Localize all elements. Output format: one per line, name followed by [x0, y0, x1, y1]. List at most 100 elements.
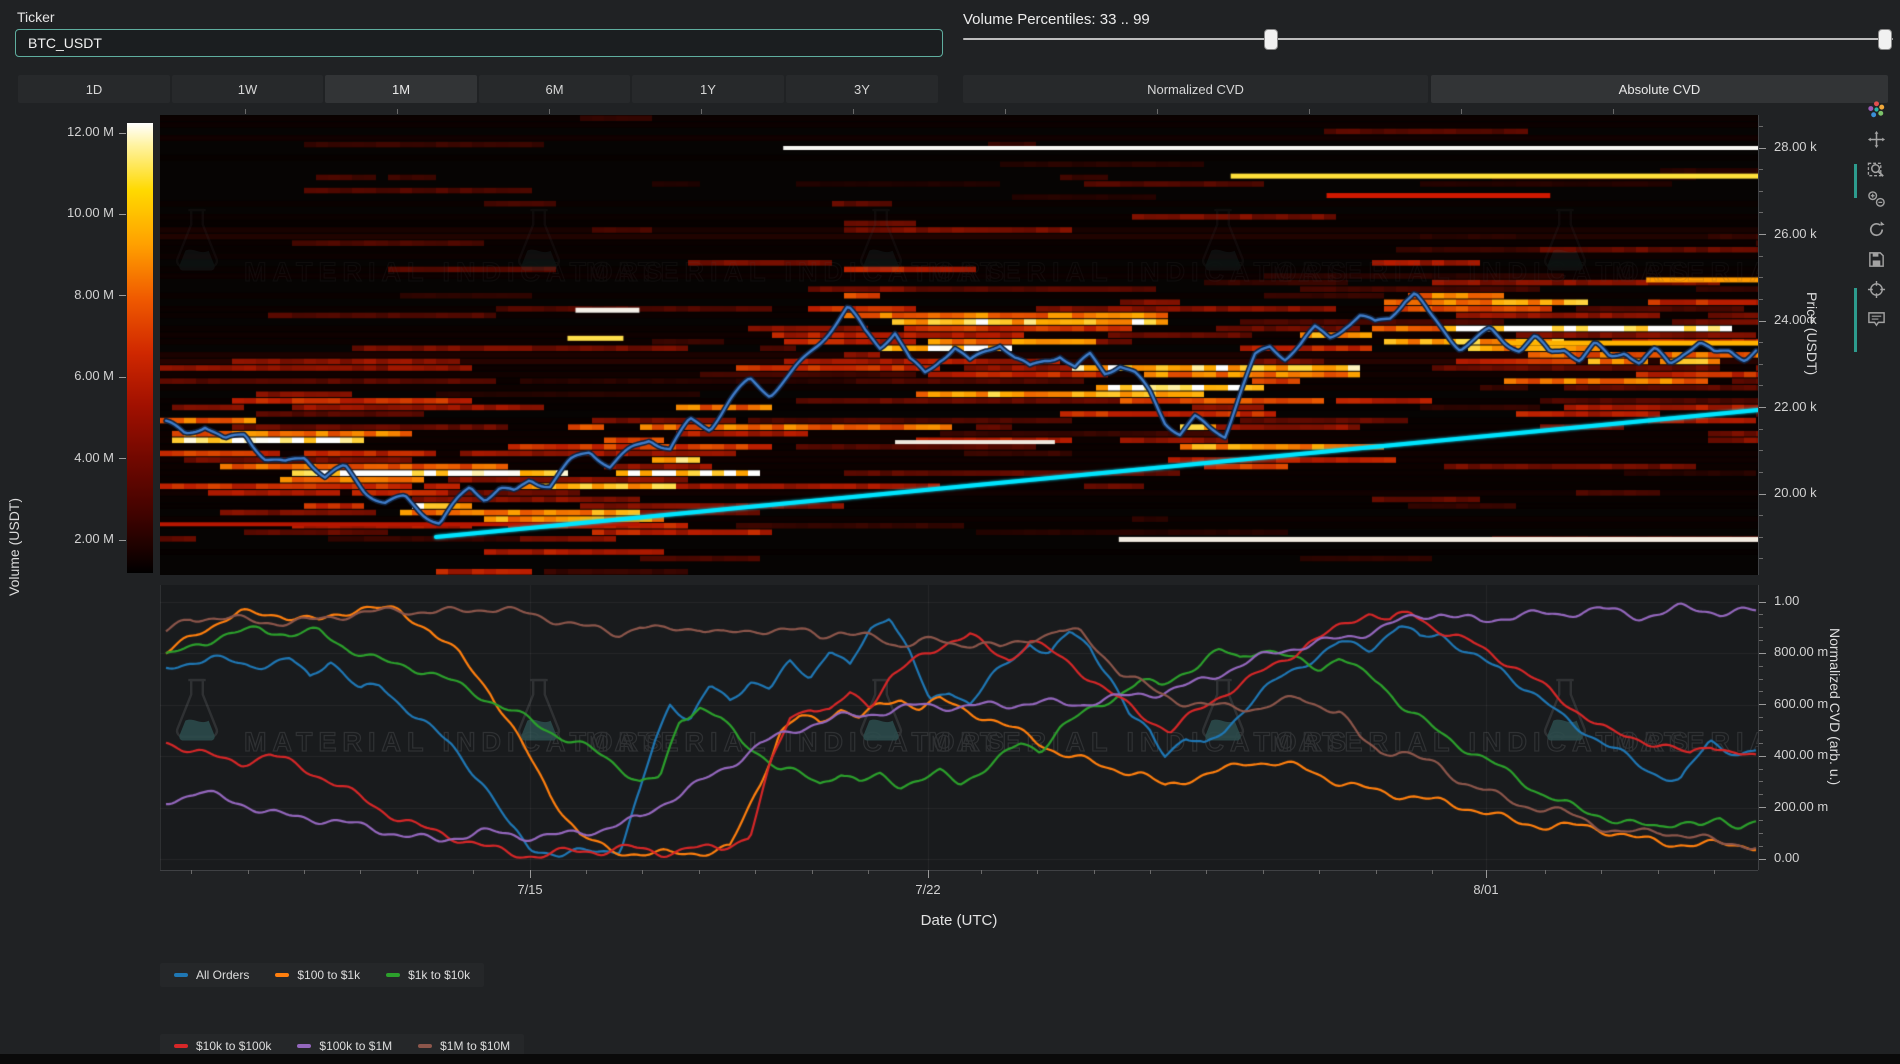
material-indicators-watermark: MATERIAL INDICATORS [1194, 675, 1694, 758]
date-tick-label: 8/01 [1466, 882, 1506, 897]
timeframe-button-1w[interactable]: 1W [172, 75, 323, 103]
date-minor-tick [755, 870, 756, 874]
volume-tick-label: 4.00 M [38, 450, 114, 465]
material-indicators-watermark: MATERIAL INDICATORS [168, 205, 668, 288]
volume-colorbar [127, 123, 153, 573]
cvd-minor-tick [1759, 627, 1763, 628]
date-minor-tick [191, 870, 192, 874]
timeframe-button-1d[interactable]: 1D [18, 75, 170, 103]
legend-item[interactable]: $100 to $1k [275, 968, 360, 982]
price-tick [1759, 494, 1766, 495]
legend-swatch [275, 973, 289, 977]
cvd-tick [1759, 756, 1766, 757]
crosshair-icon[interactable] [1867, 280, 1886, 299]
material-indicators-watermark: MATERIAL INDICATORS [168, 675, 668, 758]
price-minor-tick [1759, 472, 1763, 473]
material-indicators-watermark: MATERIAL INDICATORS [510, 205, 1010, 288]
price-minor-tick [1759, 558, 1763, 559]
timeframe-button-1m[interactable]: 1M [325, 75, 477, 103]
cvd-tick-label: 400.00 m [1774, 747, 1828, 762]
volume-tick [119, 133, 126, 134]
price-tick [1759, 407, 1766, 408]
normalized-cvd-button[interactable]: Normalized CVD [963, 75, 1428, 103]
material-indicators-watermark: MATERIAL INDICATORS [852, 675, 1352, 758]
heatmap-top-tick [245, 109, 246, 114]
legend-swatch [386, 973, 400, 977]
volume-tick-label: 12.00 M [38, 124, 114, 139]
date-minor-tick [868, 870, 869, 874]
legend-label: $1M to $10M [440, 1039, 510, 1053]
tooltip-icon[interactable] [1867, 310, 1886, 329]
date-minor-tick [304, 870, 305, 874]
price-tick-label: 22.00 k [1774, 399, 1817, 414]
date-tick-label: 7/22 [908, 882, 948, 897]
date-minor-tick [417, 870, 418, 874]
plotly-logo-icon[interactable] [1867, 100, 1886, 119]
pan-icon[interactable] [1867, 130, 1886, 149]
save-image-icon[interactable] [1867, 250, 1886, 269]
cvd-minor-tick [1759, 743, 1763, 744]
date-minor-tick [1545, 870, 1546, 874]
date-tick [530, 870, 531, 878]
legend-label: $10k to $100k [196, 1039, 271, 1053]
cvd-minor-tick [1759, 691, 1763, 692]
legend-item[interactable]: $1k to $10k [386, 968, 470, 982]
price-minor-tick [1759, 537, 1763, 538]
heatmap-top-tick [1309, 109, 1310, 114]
reset-axes-icon[interactable] [1867, 220, 1886, 239]
box-zoom-icon[interactable] [1867, 160, 1886, 179]
cvd-tick [1759, 807, 1766, 808]
volume-tick-label: 6.00 M [38, 368, 114, 383]
bottom-bar [0, 1054, 1900, 1064]
volume-tick [119, 295, 126, 296]
cvd-minor-tick [1759, 666, 1763, 667]
price-minor-tick [1759, 212, 1763, 213]
heatmap-plot[interactable]: MATERIAL INDICATORSMATERIAL INDICATORSMA… [160, 115, 1758, 575]
zoom-in-out-icon[interactable] [1867, 190, 1886, 209]
volume-percentiles-low-thumb[interactable] [1264, 29, 1278, 50]
date-tick [928, 870, 929, 878]
absolute-cvd-button[interactable]: Absolute CVD [1431, 75, 1888, 103]
material-indicators-watermark: MATERIAL INDICATORS [1536, 675, 1758, 758]
price-axis-line [1758, 115, 1759, 575]
cvd-minor-tick [1759, 640, 1763, 641]
legend-item[interactable]: $1M to $10M [418, 1039, 510, 1053]
legend-label: $100k to $1M [319, 1039, 392, 1053]
date-minor-tick [812, 870, 813, 874]
material-indicators-watermark: MATERIAL INDICATORS [510, 675, 1010, 758]
x-axis-line [160, 870, 1758, 871]
cvd-tick-label: 600.00 m [1774, 696, 1828, 711]
volume-percentiles-high-thumb[interactable] [1878, 29, 1892, 50]
date-minor-tick [1037, 870, 1038, 874]
timeframe-button-6m[interactable]: 6M [479, 75, 630, 103]
timeframe-button-1y[interactable]: 1Y [632, 75, 784, 103]
timeframe-button-3y[interactable]: 3Y [786, 75, 938, 103]
ticker-input[interactable] [15, 29, 943, 57]
legend-swatch [174, 973, 188, 977]
legend-swatch [297, 1044, 311, 1048]
heatmap-watermark-layer: MATERIAL INDICATORSMATERIAL INDICATORSMA… [160, 115, 1758, 575]
price-minor-tick [1759, 256, 1763, 257]
price-tick [1759, 321, 1766, 322]
price-minor-tick [1759, 277, 1763, 278]
legend-label: $100 to $1k [297, 968, 360, 982]
price-tick-label: 24.00 k [1774, 312, 1817, 327]
material-indicators-watermark: MATERIAL INDICATORS [1194, 205, 1694, 288]
legend-item[interactable]: $10k to $100k [174, 1039, 271, 1053]
cvd-minor-tick [1759, 717, 1763, 718]
cvd-tick [1759, 602, 1766, 603]
volume-percentiles-label: Volume Percentiles: 33 .. 99 [963, 11, 1150, 28]
firecharts-app: Ticker Volume Percentiles: 33 .. 99 1D 1… [0, 0, 1900, 1064]
volume-tick-label: 2.00 M [38, 531, 114, 546]
cvd-minor-tick [1759, 820, 1763, 821]
price-minor-tick [1759, 515, 1763, 516]
legend-item[interactable]: All Orders [174, 968, 249, 982]
price-tick-label: 28.00 k [1774, 139, 1817, 154]
legend-item[interactable]: $100k to $1M [297, 1039, 392, 1053]
heatmap-top-tick [397, 109, 398, 114]
ticker-label: Ticker [17, 9, 55, 25]
volume-percentiles-slider-track[interactable] [963, 38, 1893, 40]
price-minor-tick [1759, 169, 1763, 170]
date-minor-tick [1714, 870, 1715, 874]
cvd-minor-tick [1759, 614, 1763, 615]
